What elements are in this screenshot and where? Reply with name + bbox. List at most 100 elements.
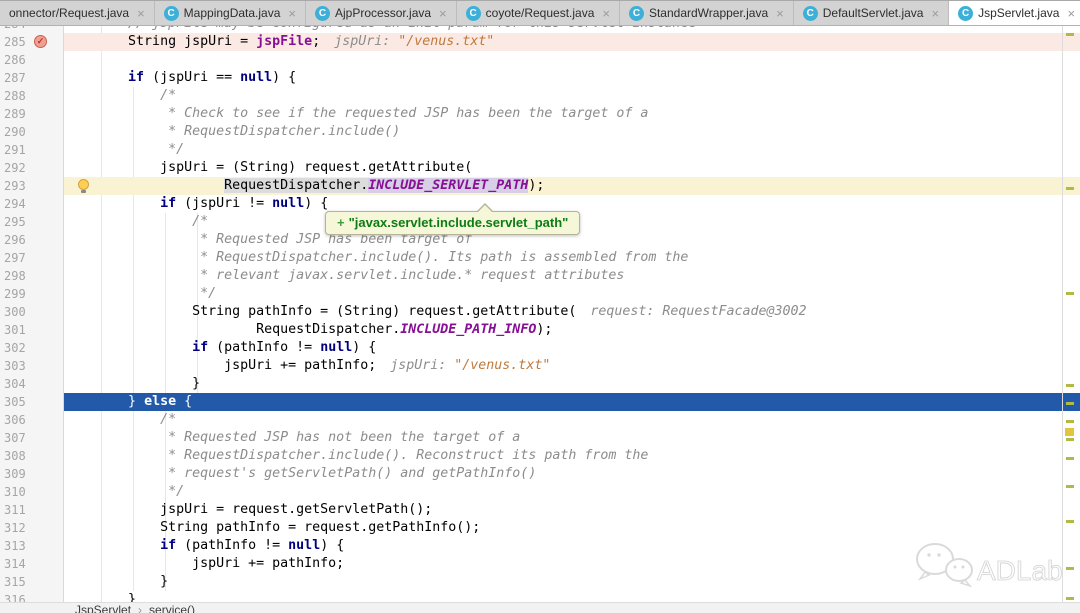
gutter[interactable]: 296 bbox=[0, 231, 64, 249]
close-icon[interactable]: × bbox=[439, 7, 447, 20]
gutter[interactable]: 289 bbox=[0, 105, 64, 123]
gutter[interactable]: 297 bbox=[0, 249, 64, 267]
close-icon[interactable]: × bbox=[137, 7, 145, 20]
error-stripe-mark[interactable] bbox=[1066, 187, 1074, 190]
line-number[interactable]: 315 bbox=[0, 575, 26, 589]
line-number[interactable]: 294 bbox=[0, 197, 26, 211]
tab-defaultservlet-java[interactable]: CDefaultServlet.java× bbox=[794, 1, 949, 25]
breakpoint-icon[interactable]: ✓ bbox=[34, 35, 47, 48]
line-number[interactable]: 305 bbox=[0, 395, 26, 409]
code-text[interactable]: * request's getServletPath() and getPath… bbox=[64, 465, 1080, 483]
code-text[interactable]: RequestDispatcher.INCLUDE_SERVLET_PATH); bbox=[64, 177, 1080, 195]
gutter[interactable]: 298 bbox=[0, 267, 64, 285]
code-editor[interactable]: 284 // jspFile may be configured as an i… bbox=[0, 26, 1080, 613]
line-number[interactable]: 292 bbox=[0, 161, 26, 175]
code-text[interactable]: } else { bbox=[64, 393, 1080, 411]
gutter[interactable]: 311 bbox=[0, 501, 64, 519]
code-text[interactable]: jspUri = request.getServletPath(); bbox=[64, 501, 1080, 519]
error-stripe-mark[interactable] bbox=[1066, 292, 1074, 295]
line-number[interactable]: 285 bbox=[0, 35, 26, 49]
close-icon[interactable]: × bbox=[602, 7, 610, 20]
gutter[interactable]: 315 bbox=[0, 573, 64, 591]
gutter[interactable]: 285 ✓ bbox=[0, 33, 64, 51]
close-icon[interactable]: × bbox=[288, 7, 296, 20]
code-text[interactable]: */ bbox=[64, 285, 1080, 303]
code-text[interactable]: * Requested JSP has not been the target … bbox=[64, 429, 1080, 447]
error-stripe-mark[interactable] bbox=[1066, 597, 1074, 600]
line-number[interactable]: 311 bbox=[0, 503, 26, 517]
tab-ajpprocessor-java[interactable]: CAjpProcessor.java× bbox=[306, 1, 457, 25]
line-number[interactable]: 309 bbox=[0, 467, 26, 481]
code-text[interactable]: */ bbox=[64, 483, 1080, 501]
line-number[interactable]: 289 bbox=[0, 107, 26, 121]
line-number[interactable]: 286 bbox=[0, 53, 26, 67]
tab-mappingdata-java[interactable]: CMappingData.java× bbox=[155, 1, 306, 25]
gutter[interactable]: 312 bbox=[0, 519, 64, 537]
gutter[interactable]: 288 bbox=[0, 87, 64, 105]
error-stripe-mark[interactable] bbox=[1066, 485, 1074, 488]
tab-onnector-request-java[interactable]: onnector/Request.java× bbox=[0, 1, 155, 25]
error-stripe-mark[interactable] bbox=[1066, 384, 1074, 387]
breadcrumb-method[interactable]: service() bbox=[149, 603, 195, 613]
code-text[interactable]: jspUri = (String) request.getAttribute( bbox=[64, 159, 1080, 177]
code-text[interactable]: if (pathInfo != null) { bbox=[64, 339, 1080, 357]
line-number[interactable]: 307 bbox=[0, 431, 26, 445]
line-number[interactable]: 310 bbox=[0, 485, 26, 499]
tab-standardwrapper-java[interactable]: CStandardWrapper.java× bbox=[620, 1, 794, 25]
gutter[interactable]: 301 bbox=[0, 321, 64, 339]
gutter[interactable]: 284 bbox=[0, 26, 64, 33]
gutter[interactable]: 306 bbox=[0, 411, 64, 429]
line-number[interactable]: 314 bbox=[0, 557, 26, 571]
code-text[interactable]: } bbox=[64, 375, 1080, 393]
error-stripe-mark[interactable] bbox=[1066, 567, 1074, 570]
code-text[interactable] bbox=[64, 51, 1080, 69]
gutter[interactable]: 304 bbox=[0, 375, 64, 393]
code-text[interactable]: if (jspUri == null) { bbox=[64, 69, 1080, 87]
close-icon[interactable]: × bbox=[1067, 7, 1075, 20]
line-number[interactable]: 308 bbox=[0, 449, 26, 463]
line-number[interactable]: 301 bbox=[0, 323, 26, 337]
gutter[interactable]: 286 bbox=[0, 51, 64, 69]
gutter[interactable]: 307 bbox=[0, 429, 64, 447]
line-number[interactable]: 297 bbox=[0, 251, 26, 265]
error-stripe-mark[interactable] bbox=[1066, 520, 1074, 523]
gutter[interactable]: 287 bbox=[0, 69, 64, 87]
line-number[interactable]: 291 bbox=[0, 143, 26, 157]
code-text[interactable]: jspUri += pathInfo;jspUri: "/venus.txt" bbox=[64, 357, 1080, 375]
code-text[interactable]: * RequestDispatcher.include(). Its path … bbox=[64, 249, 1080, 267]
gutter[interactable]: 295 bbox=[0, 213, 64, 231]
line-number[interactable]: 293 bbox=[0, 179, 26, 193]
gutter[interactable]: 290 bbox=[0, 123, 64, 141]
gutter[interactable]: 310 bbox=[0, 483, 64, 501]
error-stripe-mark[interactable] bbox=[1066, 457, 1074, 460]
gutter[interactable]: 314 bbox=[0, 555, 64, 573]
line-number[interactable]: 298 bbox=[0, 269, 26, 283]
code-text[interactable]: * RequestDispatcher.include() bbox=[64, 123, 1080, 141]
breadcrumb-class[interactable]: JspServlet bbox=[75, 603, 131, 613]
gutter[interactable]: 292 bbox=[0, 159, 64, 177]
code-text[interactable]: String pathInfo = (String) request.getAt… bbox=[64, 303, 1080, 321]
gutter[interactable]: 294 bbox=[0, 195, 64, 213]
error-stripe-mark[interactable] bbox=[1066, 33, 1074, 36]
code-text[interactable]: String jspUri = jspFile;jspUri: "/venus.… bbox=[64, 33, 1080, 51]
line-number[interactable]: 302 bbox=[0, 341, 26, 355]
code-text[interactable]: * Check to see if the requested JSP has … bbox=[64, 105, 1080, 123]
code-text[interactable]: /* bbox=[64, 411, 1080, 429]
line-number[interactable]: 287 bbox=[0, 71, 26, 85]
gutter[interactable]: 293 bbox=[0, 177, 64, 195]
line-number[interactable]: 290 bbox=[0, 125, 26, 139]
close-icon[interactable]: × bbox=[931, 7, 939, 20]
gutter[interactable]: 303 bbox=[0, 357, 64, 375]
error-stripe-square-mark[interactable] bbox=[1065, 428, 1074, 436]
gutter[interactable]: 299 bbox=[0, 285, 64, 303]
code-text[interactable]: RequestDispatcher.INCLUDE_PATH_INFO); bbox=[64, 321, 1080, 339]
gutter[interactable]: 305 bbox=[0, 393, 64, 411]
line-number[interactable]: 295 bbox=[0, 215, 26, 229]
code-text[interactable]: String pathInfo = request.getPathInfo(); bbox=[64, 519, 1080, 537]
tab-coyote-request-java[interactable]: Ccoyote/Request.java× bbox=[457, 1, 620, 25]
code-text[interactable]: /* bbox=[64, 87, 1080, 105]
error-stripe-mark[interactable] bbox=[1066, 402, 1074, 405]
gutter[interactable]: 291 bbox=[0, 141, 64, 159]
tab-jspservlet-java[interactable]: CJspServlet.java× bbox=[949, 1, 1080, 25]
line-number[interactable]: 313 bbox=[0, 539, 26, 553]
